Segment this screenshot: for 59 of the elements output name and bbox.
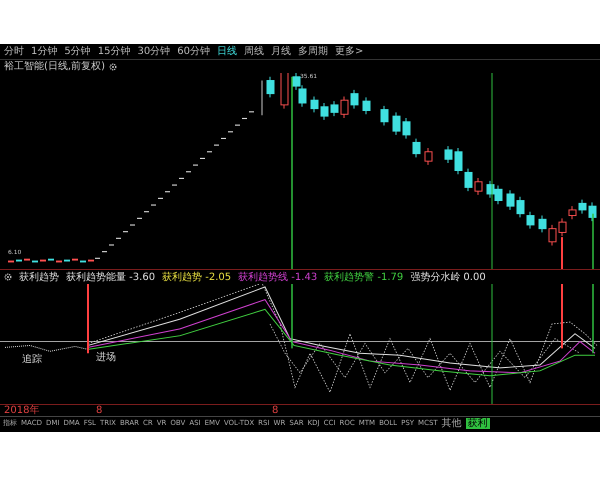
candlestick [266,76,274,98]
legend-item: 获利趋势线 -1.43 [238,270,318,284]
legend-item: 强势分水岭 0.00 [410,270,486,284]
period-tab[interactable]: 30分钟 [137,46,170,58]
indicator-name: 获利趋势 [19,270,59,284]
candlestick [516,196,524,218]
candlestick [330,100,338,117]
signal-line [291,284,293,348]
candlestick [568,206,576,220]
candlestick [310,96,318,113]
indicator-tab[interactable]: 其他 [442,418,462,428]
candlestick [362,96,370,115]
signal-label: 进场 [96,352,116,363]
period-tab[interactable]: 15分钟 [98,46,130,58]
settings-icon[interactable] [4,273,12,281]
candlestick [548,224,556,246]
candlestick [538,215,546,233]
candlestick [380,105,388,126]
signal-line [592,214,594,269]
candlestick [320,102,328,120]
candlestick [464,168,472,192]
candlestick [402,118,410,140]
period-tab[interactable]: 多周期 [298,46,328,58]
indicator-tab[interactable]: 获利 [466,418,490,428]
candlestick [454,148,462,175]
candlestick [280,73,288,110]
axis-label: 2018年 [4,406,40,416]
period-tab[interactable]: 日线 [216,46,237,58]
chart-title: 裕工智能(日线,前复权) [4,60,105,72]
axis-label: 8 [272,406,278,416]
candlestick [424,148,432,166]
legend-item: 获利趋势 -2.05 [162,270,232,284]
period-tab[interactable]: 5分钟 [64,46,91,58]
candlestick [506,190,514,210]
signal-line [592,284,594,354]
candlestick [578,199,586,214]
candlestick [412,138,420,158]
candlestick [340,96,348,118]
candlestick [588,202,596,222]
candlestick [558,218,566,237]
candlestick [350,89,358,110]
settings-icon[interactable] [108,62,117,70]
signal-line [87,284,89,354]
period-tab[interactable]: 1分钟 [31,46,58,58]
candlestick [474,178,482,196]
period-tab[interactable]: 60分钟 [177,46,210,58]
signal-line [561,284,563,348]
candlestick [526,211,534,230]
period-tab[interactable]: 周线 [244,46,264,58]
period-tab[interactable]: 分时 [4,46,24,58]
axis-label: 8 [96,406,102,416]
legend-item: 获利趋势能量 -3.60 [66,270,156,284]
signal-label: 追踪 [22,354,42,365]
candlestick [444,146,452,164]
legend-item: 获利趋势警 -1.79 [324,270,404,284]
period-tab[interactable]: 更多> [334,46,364,58]
period-tab[interactable]: 月线 [270,46,291,58]
candlestick [392,112,400,136]
signal-line [561,237,563,269]
